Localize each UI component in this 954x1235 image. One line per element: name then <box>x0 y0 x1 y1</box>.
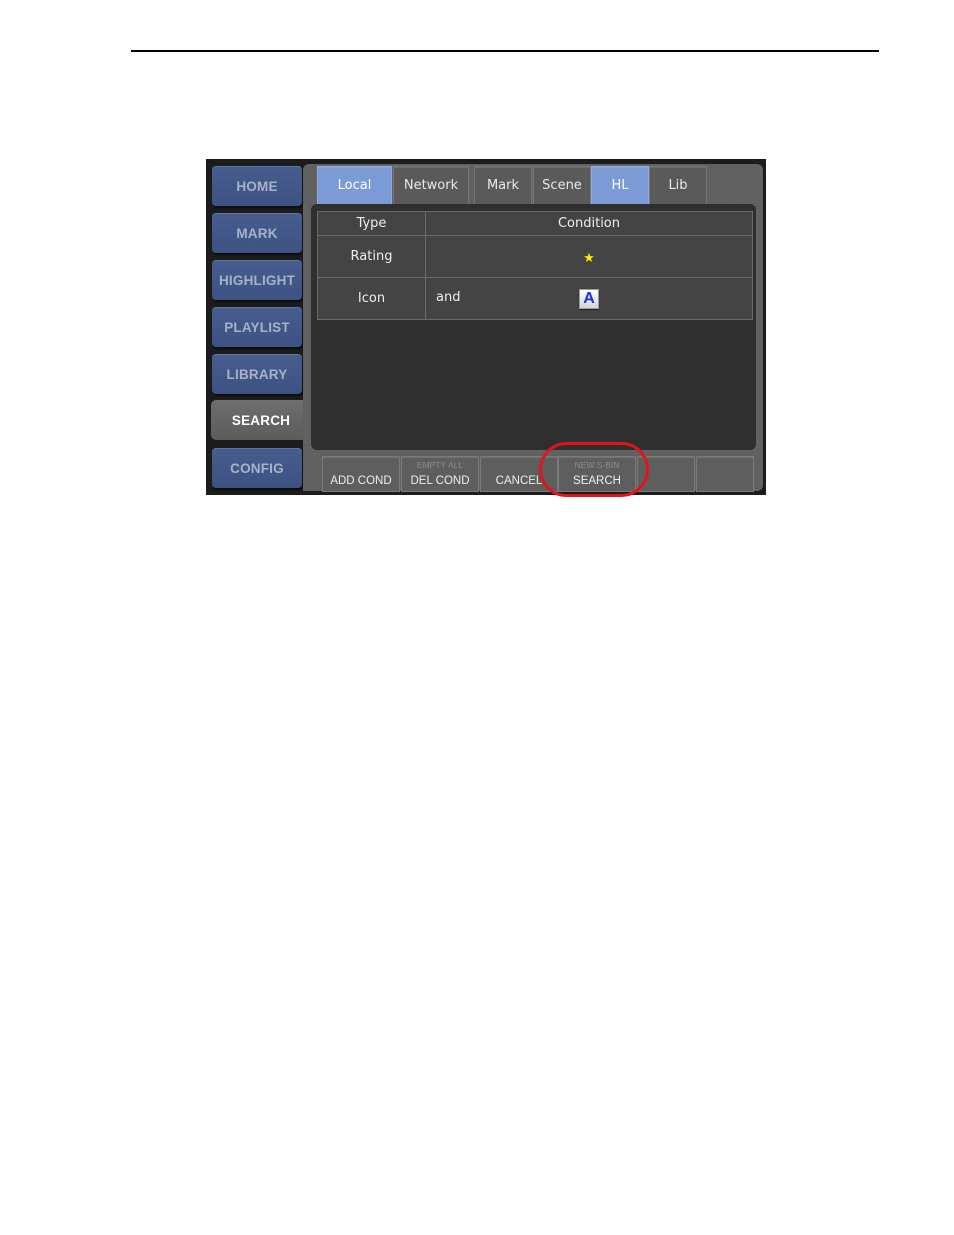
sidebar-item-playlist[interactable]: PLAYLIST <box>212 307 302 347</box>
sidebar-item-label: HIGHLIGHT <box>218 272 296 288</box>
cell-type: Rating <box>317 235 426 278</box>
button-label: SEARCH <box>573 475 621 487</box>
empty-button-2[interactable] <box>696 456 754 492</box>
sidebar-item-search[interactable]: SEARCH <box>211 400 311 440</box>
star-icon: ★ <box>583 251 595 266</box>
tab-label: Mark <box>486 178 520 193</box>
sidebar-item-home[interactable]: HOME <box>212 166 302 206</box>
del-cond-button[interactable]: EMPTY ALL DEL COND <box>401 456 479 492</box>
sidebar-item-highlight[interactable]: HIGHLIGHT <box>212 260 302 300</box>
tab-label: Lib <box>668 178 688 193</box>
button-sublabel: NEW S-BIN <box>574 460 620 470</box>
sidebar-item-label: HOME <box>236 178 278 194</box>
tab-label: Scene <box>542 178 582 193</box>
sidebar-item-config[interactable]: CONFIG <box>212 448 302 488</box>
condition-list-area: Type Condition Rating ★ Icon and A <box>311 204 756 450</box>
add-cond-button[interactable]: ADD COND <box>322 456 400 492</box>
sidebar-item-label: CONFIG <box>230 460 284 476</box>
tab-label: HL <box>611 178 629 193</box>
sidebar-item-label: SEARCH <box>231 412 291 428</box>
search-button[interactable]: NEW S-BIN SEARCH <box>558 456 636 492</box>
button-sublabel: EMPTY ALL <box>416 460 464 470</box>
letter-a-icon: A <box>579 288 599 309</box>
tab-label: Local <box>337 178 372 193</box>
tab-scene[interactable]: Scene <box>533 166 591 204</box>
condition-table: Type Condition Rating ★ Icon and A <box>317 211 753 320</box>
device-screen: HOME MARK HIGHLIGHT PLAYLIST LIBRARY SEA… <box>206 159 766 495</box>
cell-condition: ★ <box>425 235 753 278</box>
button-label: ADD COND <box>330 475 392 487</box>
button-label: DEL COND <box>410 475 470 487</box>
cell-type: Icon <box>317 277 426 320</box>
column-header-type: Type <box>317 211 426 236</box>
sidebar-item-label: LIBRARY <box>226 366 288 382</box>
sidebar-item-label: PLAYLIST <box>224 319 290 335</box>
table-row[interactable]: Rating ★ <box>317 235 753 278</box>
column-header-condition: Condition <box>425 211 753 236</box>
page-header-rule <box>131 50 879 52</box>
cell-condition: and A <box>425 277 753 320</box>
tab-mark[interactable]: Mark <box>474 166 532 204</box>
empty-button-1[interactable] <box>637 456 695 492</box>
search-panel: Local Network Mark Scene HL Lib Type Con… <box>303 164 763 492</box>
tab-hl[interactable]: HL <box>591 166 649 204</box>
sidebar-item-library[interactable]: LIBRARY <box>212 354 302 394</box>
cancel-button[interactable]: CANCEL <box>480 456 558 492</box>
tab-lib[interactable]: Lib <box>649 166 707 204</box>
table-header-row: Type Condition <box>317 211 753 236</box>
button-label: CANCEL <box>495 475 543 487</box>
table-row[interactable]: Icon and A <box>317 277 753 320</box>
sidebar-item-mark[interactable]: MARK <box>212 213 302 253</box>
sidebar-item-label: MARK <box>236 225 278 241</box>
tab-local[interactable]: Local <box>317 166 392 204</box>
tab-network[interactable]: Network <box>393 166 469 204</box>
tab-label: Network <box>403 178 459 193</box>
